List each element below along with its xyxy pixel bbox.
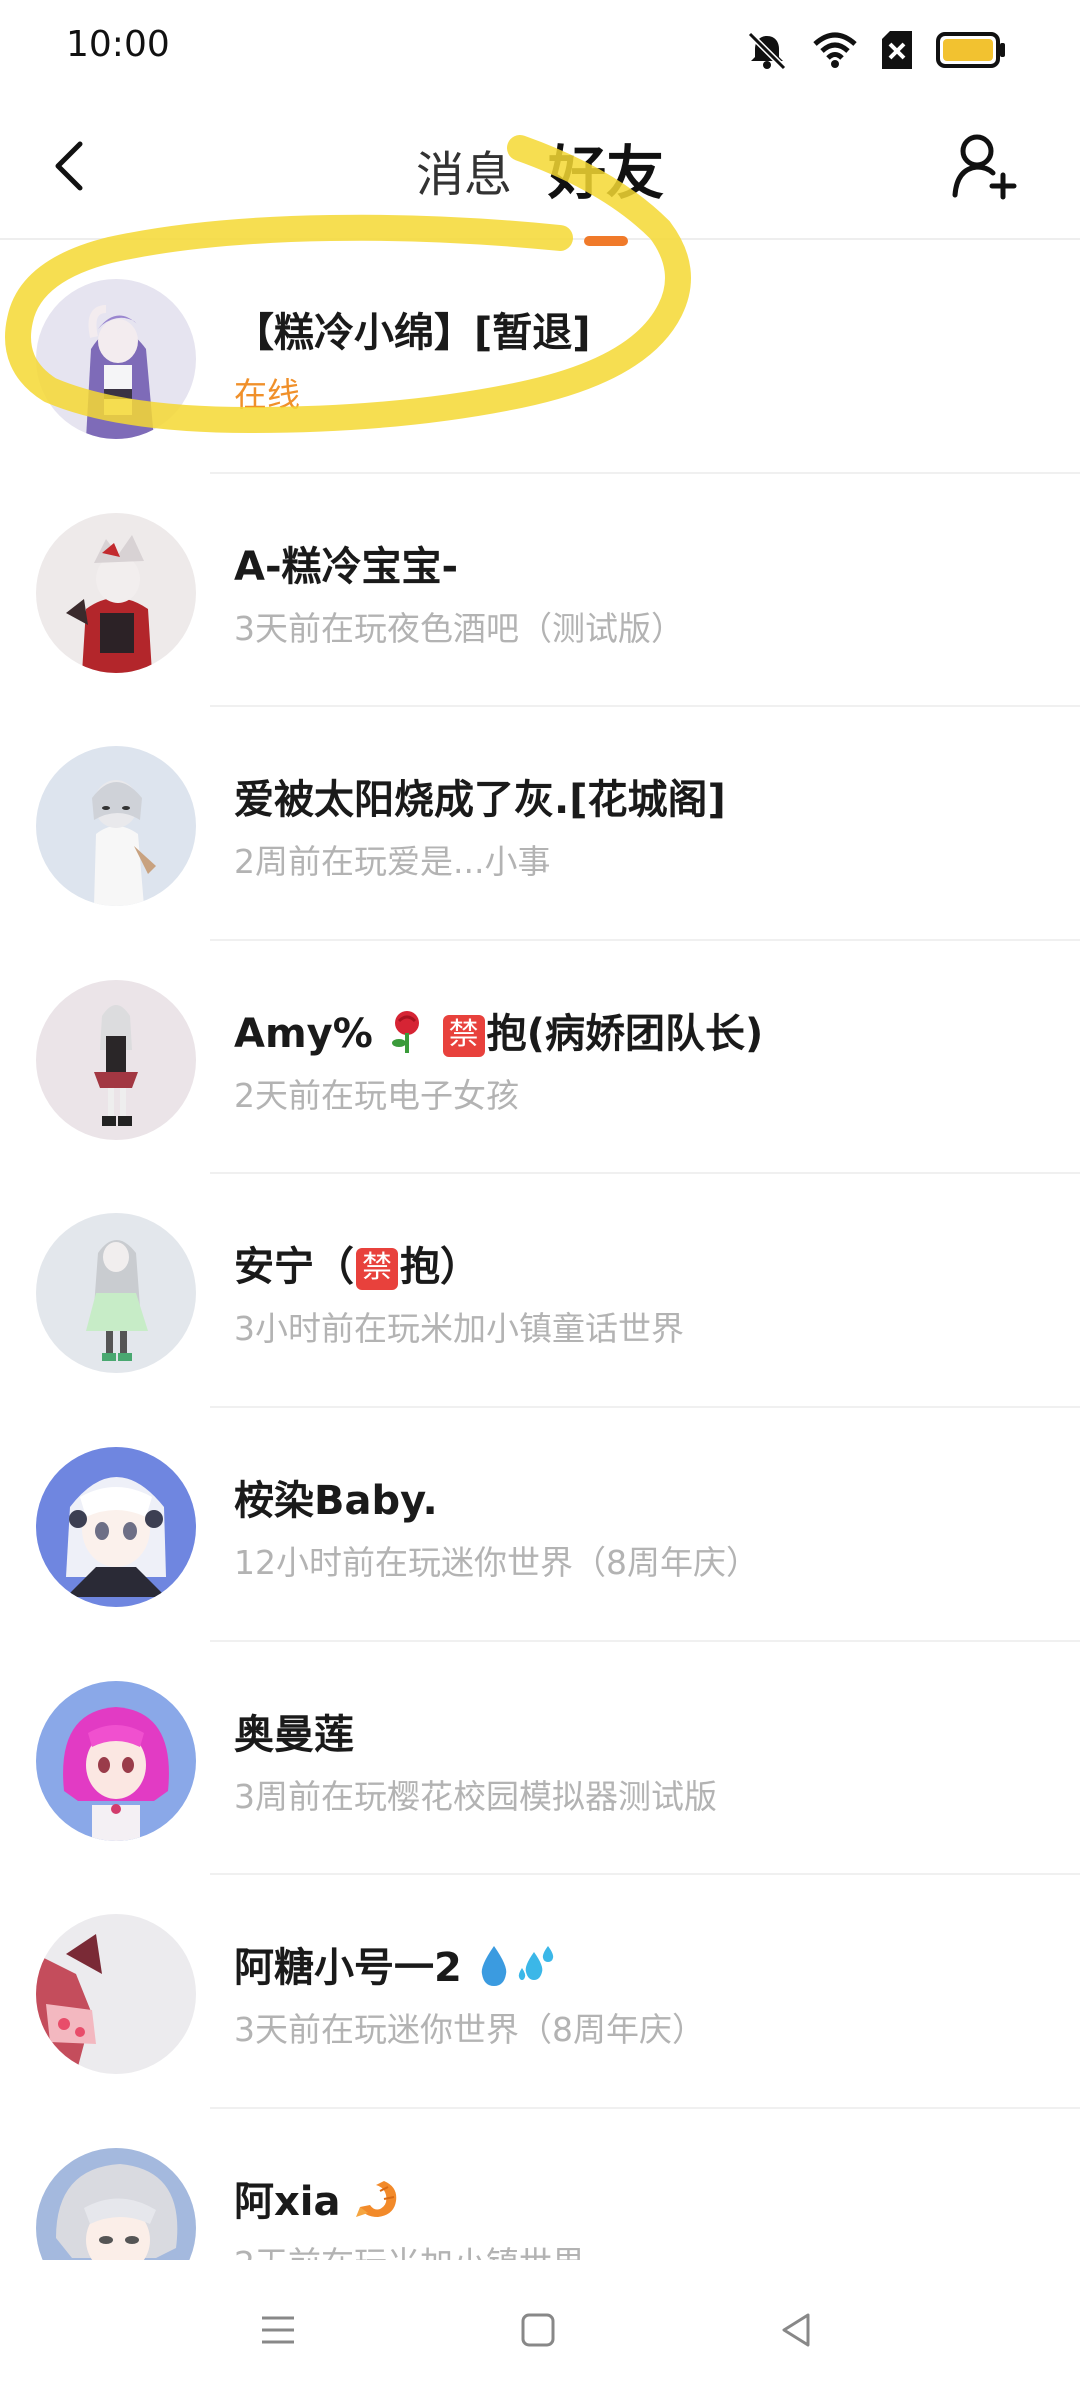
friend-status: 2周前在玩爱是...小事 (234, 842, 551, 882)
friend-status: 3天前在玩迷你世界（8周年庆） (234, 2010, 705, 2050)
friend-name-text: 抱(病娇团队长) (486, 1010, 764, 1057)
add-friend-button[interactable] (944, 126, 1024, 206)
friend-status: 12小时前在玩迷你世界（8周年庆） (234, 1542, 759, 1582)
rose-icon (387, 1009, 427, 1063)
friend-row[interactable]: 爱被太阳烧成了灰.[花城阁] 2周前在玩爱是...小事 (0, 707, 1080, 941)
avatar[interactable] (36, 512, 196, 673)
nav-menu-button[interactable] (248, 2300, 308, 2360)
avatar[interactable] (36, 279, 196, 439)
sim-none-icon (880, 31, 914, 69)
friend-status: 3天前在玩夜色酒吧（测试版） (234, 608, 684, 648)
tab-friends-label: 好友 (548, 139, 665, 207)
avatar[interactable] (36, 2147, 196, 2260)
friend-name-text: 抱） (400, 1244, 480, 1291)
friend-name: 【糕冷小绵】[暂退] (234, 310, 591, 356)
nav-home-button[interactable] (508, 2300, 568, 2360)
system-nav-bar (0, 2260, 1080, 2400)
friend-name-text: 安宁（ (234, 1244, 354, 1291)
header: 消息 好友 (0, 96, 1080, 246)
friend-name-text: 阿xia (234, 2178, 341, 2225)
tab-friends[interactable]: 好友 (548, 126, 665, 246)
nav-back-button[interactable] (766, 2300, 826, 2360)
ban-badge: 禁 (442, 1014, 485, 1057)
avatar[interactable] (36, 1446, 196, 1607)
avatar[interactable] (36, 746, 196, 907)
friend-name: 阿xia (234, 2169, 400, 2231)
add-user-icon (952, 134, 1017, 200)
friend-row[interactable]: 桉染Baby. 12小时前在玩迷你世界（8周年庆） (0, 1408, 1080, 1642)
avatar[interactable] (36, 979, 196, 1140)
friend-row[interactable]: 阿糖小号一2 3天前在玩迷你世界（8周年庆） (0, 1875, 1080, 2109)
friend-row[interactable]: 【糕冷小绵】[暂退] 在线 (0, 240, 1080, 474)
menu-icon (262, 2316, 294, 2344)
friend-status: 3周前在玩樱花校园模拟器测试版 (234, 1776, 717, 1816)
shrimp-icon (354, 2177, 400, 2231)
avatar[interactable] (36, 1680, 196, 1841)
friend-status: 3小时前在玩米加小镇童话世界 (234, 1309, 684, 1349)
friend-name-text: Amy% (234, 1010, 373, 1057)
back-triangle-icon (782, 2313, 810, 2347)
friend-status: 在线 (234, 375, 300, 414)
tab-messages[interactable]: 消息 (416, 135, 512, 205)
status-time: 10:00 (66, 24, 170, 65)
mute-icon (744, 30, 790, 70)
friend-status: 2天前在玩电子女孩 (234, 1075, 519, 1115)
friend-name-text: 阿糖小号一2 (234, 1945, 462, 1992)
status-bar: 10:00 (0, 0, 1080, 96)
friend-row[interactable]: 奥曼莲 3周前在玩樱花校园模拟器测试版 (0, 1642, 1080, 1876)
battery-icon (936, 32, 1006, 68)
friend-name: 阿糖小号一2 (234, 1935, 556, 1998)
friend-name: Amy% 禁抱(病娇团队长) (234, 1001, 763, 1063)
friend-name: 安宁（禁抱） (234, 1234, 480, 1292)
friend-name: 奥曼莲 (234, 1711, 354, 1758)
friend-row[interactable]: 安宁（禁抱） 3小时前在玩米加小镇童话世界 (0, 1174, 1080, 1408)
avatar[interactable] (36, 1914, 196, 2075)
friend-list: 【糕冷小绵】[暂退] 在线 A-糕冷宝宝- 3天前在玩夜色酒吧（测试版） 爱被太… (0, 240, 1080, 2260)
tab-bar: 消息 好友 (0, 96, 1080, 246)
status-icons (744, 30, 1006, 70)
water-drops-icon (476, 1942, 556, 1998)
home-square-icon (521, 2313, 555, 2347)
ban-badge: 禁 (356, 1248, 398, 1291)
friend-status: 2天前在玩米加小镇世界 (234, 2237, 585, 2260)
friend-row[interactable]: A-糕冷宝宝- 3天前在玩夜色酒吧（测试版） (0, 474, 1080, 708)
wifi-icon (812, 30, 858, 70)
avatar[interactable] (36, 1213, 196, 1374)
friend-name: 爱被太阳烧成了灰.[花城阁] (234, 777, 726, 824)
friend-row[interactable]: Amy% 禁抱(病娇团队长) 2天前在玩电子女孩 (0, 941, 1080, 1175)
friend-name: A-糕冷宝宝- (234, 543, 459, 590)
friend-name: 桉染Baby. (234, 1477, 438, 1524)
friend-row[interactable]: 阿xia 2天前在玩米加小镇世界 (0, 2109, 1080, 2260)
